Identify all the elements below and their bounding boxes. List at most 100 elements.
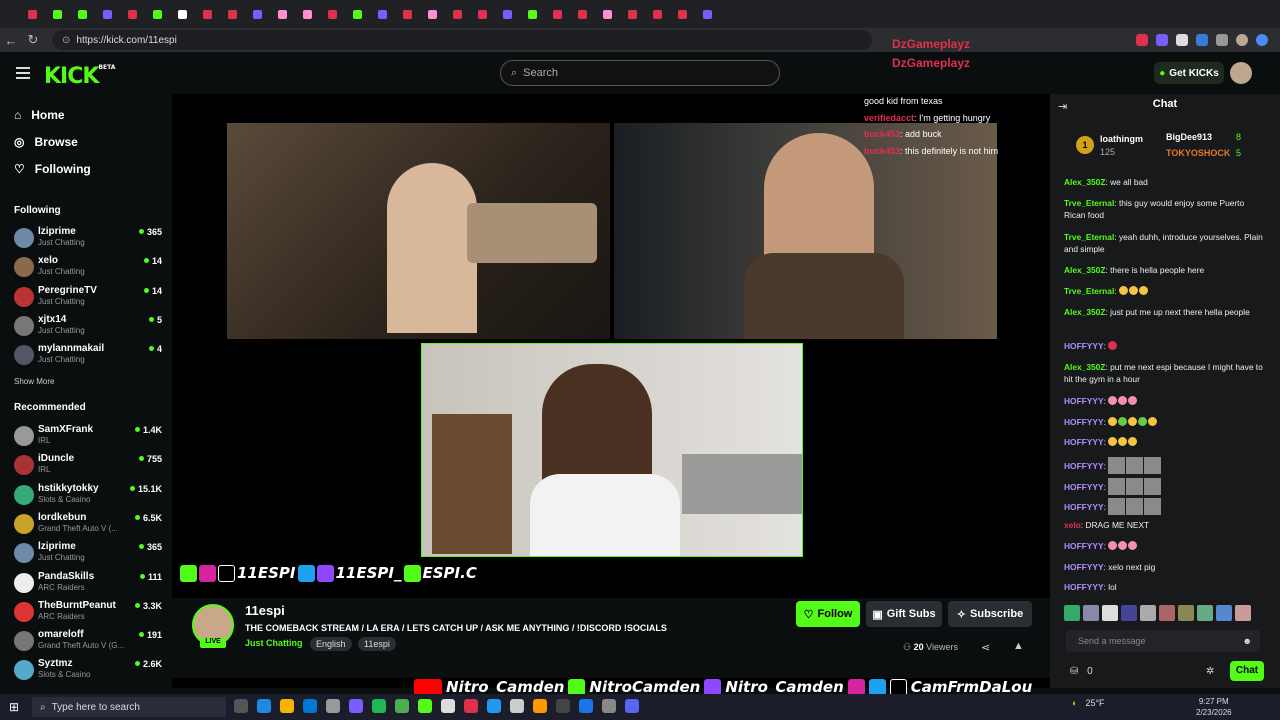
- tag-11espi[interactable]: 11espi: [358, 637, 396, 651]
- browser-tab[interactable]: [403, 9, 412, 19]
- browser-tab[interactable]: [278, 9, 287, 19]
- browser-tab[interactable]: [378, 9, 387, 19]
- browser-tab[interactable]: [578, 9, 587, 19]
- nav-browse[interactable]: ◎ Browse: [14, 135, 78, 149]
- chat-message[interactable]: Alex_350Z: put me next espi because I mi…: [1064, 361, 1264, 385]
- browser-tab[interactable]: [228, 9, 237, 19]
- windows-start-icon[interactable]: ⊞: [9, 700, 19, 714]
- subscribe-button[interactable]: ✧ Subscribe: [948, 601, 1032, 627]
- report-icon[interactable]: ▲: [1013, 640, 1024, 652]
- browser-tab[interactable]: [553, 9, 562, 19]
- sidebar-channel[interactable]: Syztmz Slots & Casino 2.6K: [14, 656, 164, 684]
- sidebar-channel[interactable]: xelo Just Chatting 14: [14, 253, 164, 281]
- gift-subs-button[interactable]: ▣ Gift Subs: [866, 601, 942, 627]
- browser-tab[interactable]: [53, 9, 62, 19]
- extension-icon[interactable]: [1156, 34, 1168, 46]
- stream-category[interactable]: Just Chatting: [245, 638, 303, 648]
- browser-tab[interactable]: [453, 9, 462, 19]
- sidebar-channel[interactable]: xjtx14 Just Chatting 5: [14, 312, 164, 340]
- sidebar-channel[interactable]: iDuncle IRL 755: [14, 451, 164, 479]
- browser-tab[interactable]: [28, 9, 37, 19]
- browser-tab[interactable]: [478, 9, 487, 19]
- extension-icon[interactable]: [1196, 34, 1208, 46]
- kick-logo[interactable]: KICKBETA: [44, 64, 115, 89]
- chat-message[interactable]: HOFFYYY:: [1064, 416, 1264, 428]
- profile-icon[interactable]: [1236, 34, 1248, 46]
- chat-message[interactable]: HOFFYYY: xelo next pig: [1064, 561, 1264, 573]
- sidebar-channel[interactable]: lziprime Just Chatting 365: [14, 539, 164, 567]
- browser-tab[interactable]: [203, 9, 212, 19]
- chat-message[interactable]: Alex_350Z: we all bad: [1064, 176, 1264, 188]
- taskbar-search[interactable]: ⌕ Type here to search: [32, 697, 226, 717]
- browser-tab[interactable]: [78, 9, 87, 19]
- get-kicks-button[interactable]: ● Get KICKs: [1154, 62, 1224, 84]
- send-chat-button[interactable]: Chat: [1230, 661, 1264, 681]
- chat-message-input[interactable]: Send a message ☻: [1066, 630, 1260, 652]
- extension-icon[interactable]: [1176, 34, 1188, 46]
- sidebar-channel[interactable]: lziprime Just Chatting 365: [14, 224, 164, 252]
- browser-tab[interactable]: [353, 9, 362, 19]
- taskbar-apps[interactable]: [234, 699, 639, 713]
- chat-message[interactable]: Alex_350Z: there is hella people here: [1064, 264, 1264, 276]
- browser-tab[interactable]: [153, 9, 162, 19]
- chat-message[interactable]: HOFFYYY:: [1064, 436, 1264, 448]
- extension-icon[interactable]: [1136, 34, 1148, 46]
- browser-tab[interactable]: [678, 9, 687, 19]
- chat-message[interactable]: Alex_350Z: just put me up next there hel…: [1064, 306, 1264, 318]
- extension-icon[interactable]: [1216, 34, 1228, 46]
- nav-home[interactable]: ⌂ Home: [14, 108, 65, 122]
- clock[interactable]: 9:27 PM 2/23/2026: [1196, 696, 1232, 718]
- browser-tab[interactable]: [503, 9, 512, 19]
- chat-message[interactable]: Trve_Eternal: this guy would enjoy some …: [1064, 197, 1264, 221]
- sidebar-channel[interactable]: SamXFrank IRL 1.4K: [14, 422, 164, 450]
- system-tray[interactable]: ◐ 25°F: [1072, 698, 1105, 708]
- points-counter[interactable]: ⛁ 0: [1070, 666, 1093, 677]
- chat-message[interactable]: HOFFYYY:: [1064, 457, 1264, 474]
- back-icon[interactable]: ←: [0, 33, 22, 48]
- search-input[interactable]: ⌕ Search: [500, 60, 780, 86]
- streamer-name[interactable]: 11espi: [245, 603, 285, 618]
- browser-tab[interactable]: [528, 9, 537, 19]
- chat-message[interactable]: HOFFYYY:: [1064, 478, 1264, 495]
- menu-icon[interactable]: [16, 67, 30, 79]
- reload-icon[interactable]: ↻: [22, 32, 44, 48]
- chat-message[interactable]: HOFFYYY:: [1064, 498, 1264, 515]
- chat-message[interactable]: HOFFYYY:: [1064, 395, 1264, 407]
- chat-message[interactable]: Trve_Eternal: yeah duhh, introduce yours…: [1064, 231, 1264, 255]
- browser-tab-strip[interactable]: [0, 0, 1280, 28]
- chat-message[interactable]: Trve_Eternal:: [1064, 285, 1264, 297]
- sidebar-channel[interactable]: hstikkytokky Slots & Casino 15.1K: [14, 481, 164, 509]
- sidebar-channel[interactable]: TheBurntPeanut ARC Raiders 3.3K: [14, 598, 164, 626]
- browser-tab[interactable]: [603, 9, 612, 19]
- browser-tab[interactable]: [303, 9, 312, 19]
- sidebar-channel[interactable]: PandaSkills ARC Raiders 111: [14, 569, 164, 597]
- follow-button[interactable]: ♡ Follow: [796, 601, 860, 627]
- tag-english[interactable]: English: [310, 637, 352, 651]
- chat-message[interactable]: HOFFYYY:: [1064, 340, 1264, 352]
- browser-tab[interactable]: [328, 9, 337, 19]
- sidebar-channel[interactable]: PeregrineTV Just Chatting 14: [14, 283, 164, 311]
- url-field[interactable]: ⊙ https://kick.com/11espi: [52, 30, 872, 50]
- browser-tab[interactable]: [428, 9, 437, 19]
- settings-icon[interactable]: ✲: [1206, 666, 1214, 677]
- browser-tab[interactable]: [128, 9, 137, 19]
- chat-message[interactable]: HOFFYYY:: [1064, 540, 1264, 552]
- show-more-link[interactable]: Show More: [14, 377, 54, 386]
- browser-tab[interactable]: [653, 9, 662, 19]
- chat-message[interactable]: HOFFYYY: lol: [1064, 581, 1264, 593]
- browser-tab[interactable]: [628, 9, 637, 19]
- browser-tab[interactable]: [103, 9, 112, 19]
- nav-following[interactable]: ♡ Following: [14, 162, 91, 176]
- sidebar-channel[interactable]: lordkebun Grand Theft Auto V (... 6.5K: [14, 510, 164, 538]
- user-avatar[interactable]: [1230, 62, 1252, 84]
- share-icon[interactable]: ⋖: [981, 641, 990, 654]
- sidebar-channel[interactable]: omareloff Grand Theft Auto V (G... 191: [14, 627, 164, 655]
- browser-tab[interactable]: [178, 9, 187, 19]
- emote-bar[interactable]: [1064, 605, 1251, 621]
- chat-icon[interactable]: [1256, 34, 1268, 46]
- browser-tab[interactable]: [253, 9, 262, 19]
- sidebar-channel[interactable]: mylannmakail Just Chatting 4: [14, 341, 164, 369]
- browser-tab[interactable]: [703, 9, 712, 19]
- emoji-icon[interactable]: ☻: [1243, 630, 1252, 652]
- site-info-icon[interactable]: ⊙: [62, 35, 70, 46]
